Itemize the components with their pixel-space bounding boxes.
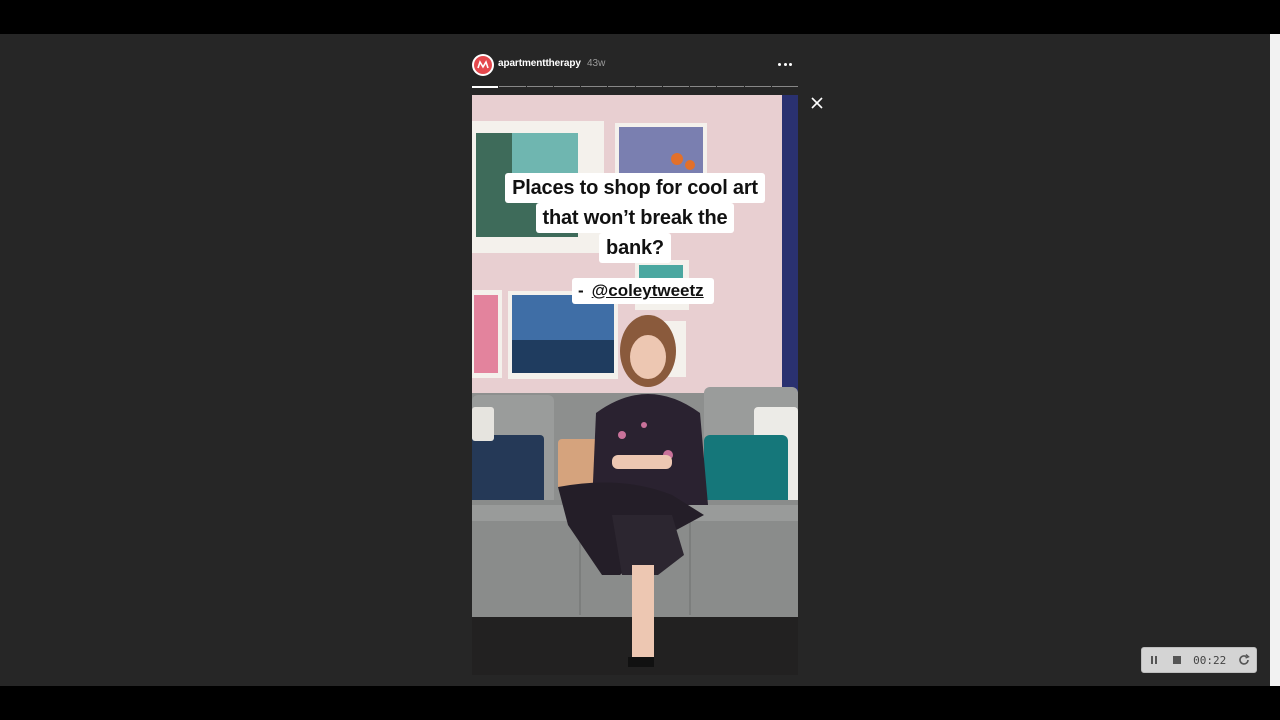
more-options-button[interactable]	[772, 54, 798, 74]
caption-line: Places to shop for cool art	[505, 173, 765, 203]
progress-segment	[608, 86, 635, 87]
progress-segment	[581, 86, 608, 87]
letterbox-bottom	[0, 686, 1280, 720]
caption-line: bank?	[599, 233, 671, 263]
mention-sticker[interactable]: - @coleytweetz	[572, 278, 714, 304]
progress-segment	[526, 86, 553, 87]
story-header: apartmenttherapy 43w	[472, 52, 798, 78]
progress-segment	[553, 86, 580, 87]
story-timestamp: 43w	[587, 58, 606, 69]
progress-segment	[717, 86, 744, 87]
progress-segment	[635, 86, 662, 87]
elapsed-time: 00:22	[1193, 653, 1227, 667]
progress-segment	[662, 86, 689, 87]
avatar[interactable]	[472, 54, 494, 76]
close-icon	[811, 97, 823, 109]
story-username[interactable]: apartmenttherapy	[498, 58, 581, 69]
stop-button[interactable]	[1166, 648, 1190, 672]
replay-icon	[1239, 653, 1250, 665]
progress-segment	[690, 86, 717, 87]
apartmenttherapy-logo-icon	[474, 56, 492, 74]
pause-icon	[1150, 656, 1157, 664]
more-options-icon	[778, 62, 782, 66]
story-video[interactable]: Places to shop for cool art that won’t b…	[472, 95, 798, 675]
close-button[interactable]	[806, 93, 828, 113]
mention-handle[interactable]: @coleytweetz	[592, 281, 704, 300]
window-scrollbar[interactable]	[1270, 34, 1280, 686]
stop-icon	[1173, 656, 1182, 664]
replay-button[interactable]	[1232, 648, 1256, 672]
video-controls: 00:22	[1141, 647, 1257, 673]
progress-segment	[771, 86, 798, 87]
caption-line: that won’t break the	[535, 203, 735, 233]
story-caption: Places to shop for cool art that won’t b…	[472, 173, 798, 263]
pause-button[interactable]	[1142, 648, 1166, 672]
progress-segment	[499, 86, 526, 87]
letterbox-top	[0, 0, 1280, 34]
progress-segment	[472, 86, 499, 88]
progress-segment	[744, 86, 771, 87]
mention-dash: -	[578, 281, 584, 300]
story-progress-bar	[472, 86, 798, 88]
